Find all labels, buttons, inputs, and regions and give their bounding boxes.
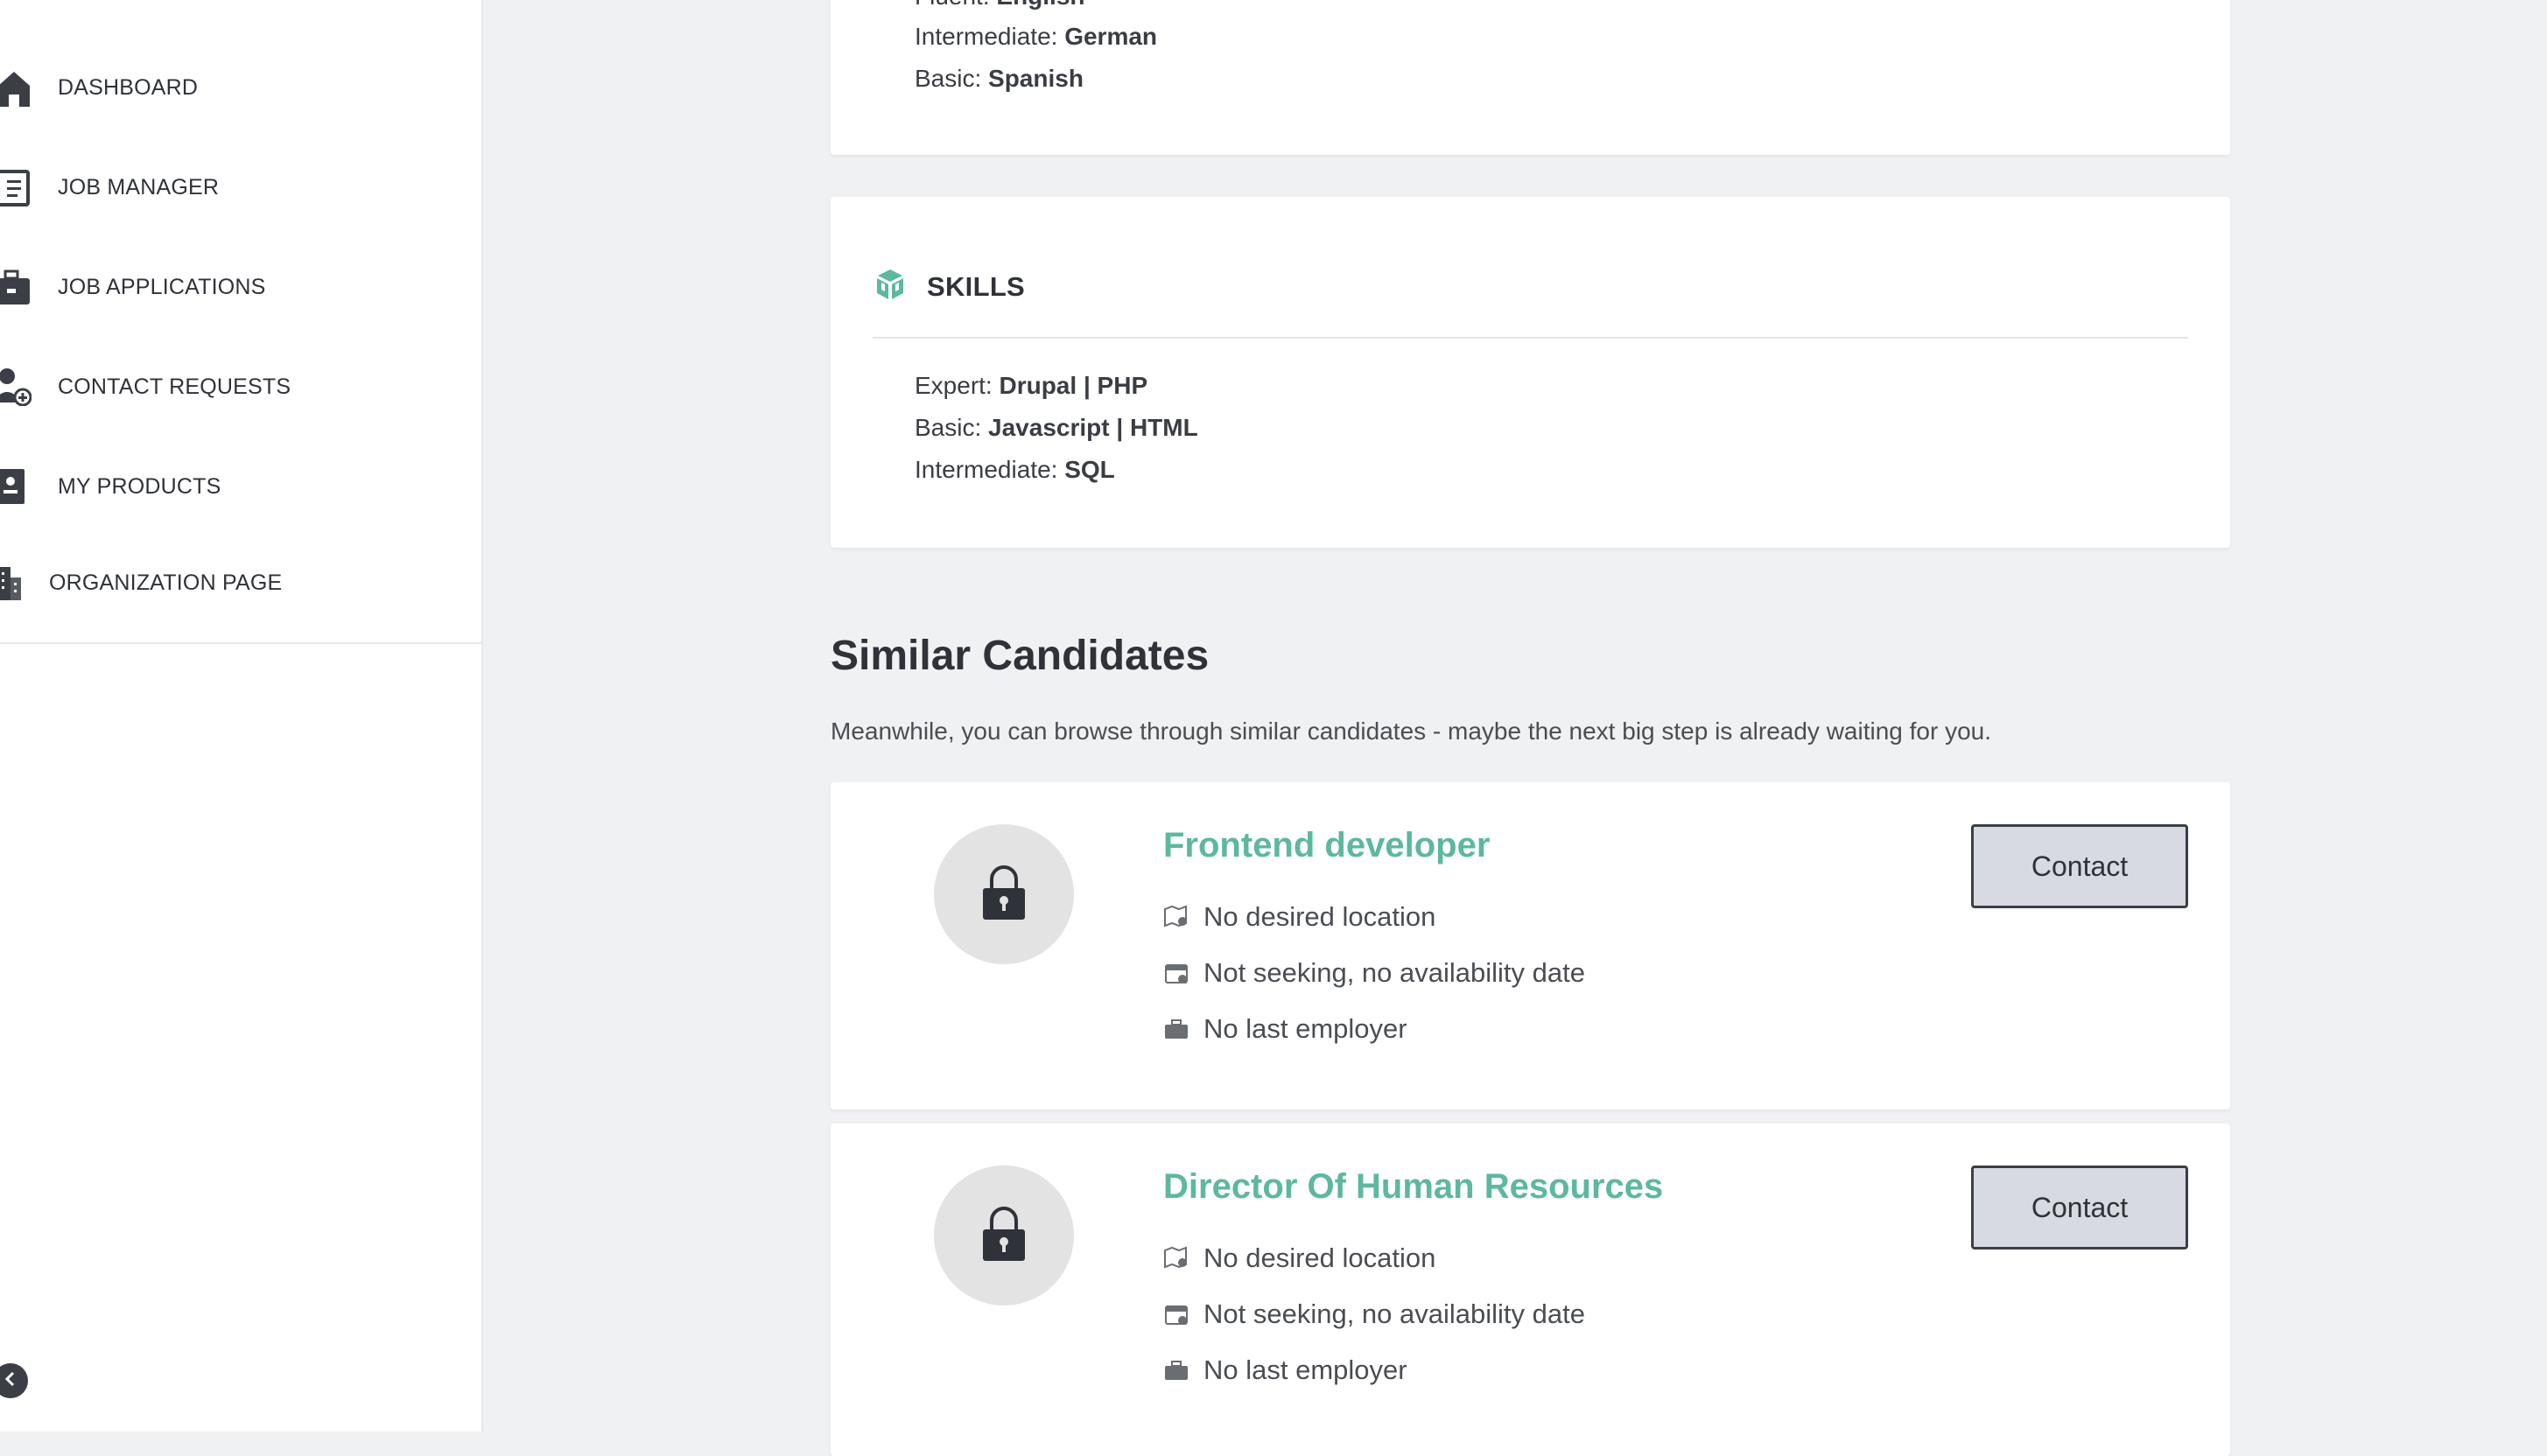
contact-button[interactable]: Contact xyxy=(1971,1166,2188,1250)
sidebar-item-organization-page[interactable]: ORGANIZATION PAGE xyxy=(0,548,473,618)
sidebar-item-job-applications[interactable]: JOB APPLICATIONS xyxy=(0,252,473,322)
skills-header: SKILLS xyxy=(873,267,1025,306)
calendar-icon xyxy=(1163,1301,1189,1327)
candidate-availability: Not seeking, no availability date xyxy=(1163,957,1585,989)
home-icon xyxy=(0,68,32,107)
lock-icon xyxy=(979,864,1028,926)
map-pin-icon xyxy=(1163,904,1189,930)
candidate-availability: Not seeking, no availability date xyxy=(1163,1298,1585,1330)
user-add-icon xyxy=(0,368,32,406)
divider xyxy=(873,337,2188,339)
lock-icon xyxy=(979,1205,1028,1267)
sidebar-item-my-products[interactable]: MY PRODUCTS xyxy=(0,452,473,522)
sidebar-item-job-manager[interactable]: JOB MANAGER xyxy=(0,152,473,222)
candidate-location: No desired location xyxy=(1163,901,1435,933)
section-title: Similar Candidates xyxy=(831,633,1210,679)
sidebar-item-label: JOB MANAGER xyxy=(58,174,220,200)
candidate-card: Frontend developer No desired location N… xyxy=(831,782,2230,1110)
section-description: Meanwhile, you can browse through simila… xyxy=(831,718,1992,745)
language-line: Fluent: English xyxy=(915,0,1085,10)
candidate-title[interactable]: Frontend developer xyxy=(1163,826,1490,865)
building-icon xyxy=(0,564,32,602)
map-pin-icon xyxy=(1163,1245,1189,1271)
job-manager-icon xyxy=(0,168,32,206)
candidate-location: No desired location xyxy=(1163,1242,1435,1274)
sidebar-item-label: ORGANIZATION PAGE xyxy=(49,570,283,595)
avatar xyxy=(934,1166,1074,1306)
sidebar-divider xyxy=(0,642,481,644)
products-icon xyxy=(0,467,32,506)
sidebar-item-contact-requests[interactable]: CONTACT REQUESTS xyxy=(0,352,473,422)
candidate-employer: No last employer xyxy=(1163,1013,1407,1045)
skill-line: Basic: Javascript | HTML xyxy=(915,414,1198,441)
sidebar-item-dashboard[interactable]: DASHBOARD xyxy=(0,52,473,122)
language-line: Intermediate: German xyxy=(915,23,1158,50)
sidebar-item-label: DASHBOARD xyxy=(58,74,199,100)
sidebar-collapse-button[interactable] xyxy=(0,1363,28,1398)
briefcase-icon xyxy=(0,268,32,306)
briefcase-icon xyxy=(1163,1016,1189,1042)
skills-cube-icon xyxy=(873,267,908,306)
candidate-title[interactable]: Director Of Human Resources xyxy=(1163,1167,1663,1207)
contact-button[interactable]: Contact xyxy=(1971,824,2188,908)
candidate-employer: No last employer xyxy=(1163,1354,1407,1386)
candidate-card: Director Of Human Resources No desired l… xyxy=(831,1124,2230,1456)
sidebar-item-label: CONTACT REQUESTS xyxy=(58,374,291,399)
skills-card: SKILLS Expert: Drupal | PHP Basic: Javas… xyxy=(831,197,2230,548)
sidebar: DASHBOARD JOB MANAGER JOB APPLICATIONS C… xyxy=(0,0,483,1432)
chevron-left-icon xyxy=(3,1371,18,1391)
briefcase-icon xyxy=(1163,1357,1189,1383)
sidebar-item-label: MY PRODUCTS xyxy=(58,473,221,499)
languages-card: Fluent: English Intermediate: German Bas… xyxy=(831,0,2230,155)
skill-line: Expert: Drupal | PHP xyxy=(915,372,1148,399)
language-line: Basic: Spanish xyxy=(915,65,1084,92)
skills-title: SKILLS xyxy=(927,270,1026,302)
calendar-icon xyxy=(1163,960,1189,986)
skill-line: Intermediate: SQL xyxy=(915,456,1115,483)
avatar xyxy=(934,824,1074,964)
sidebar-item-label: JOB APPLICATIONS xyxy=(58,274,266,299)
